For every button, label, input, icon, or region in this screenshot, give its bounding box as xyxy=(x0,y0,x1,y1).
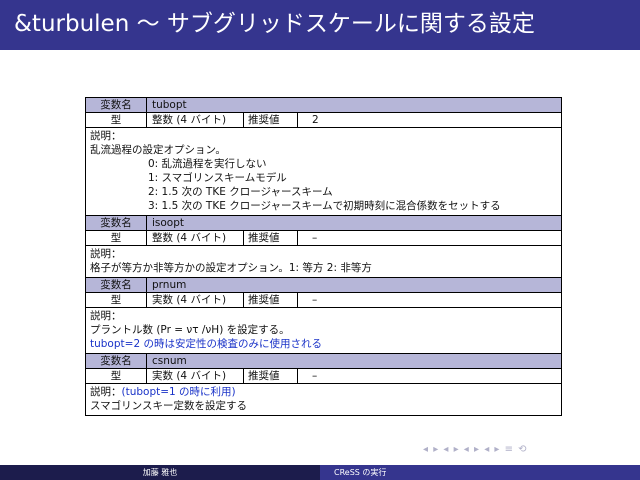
recommended-label: 推奨値 xyxy=(248,370,280,382)
cell-divider xyxy=(146,216,147,230)
desc-line: プラントル数 (Pr = ντ /νH) を設定する。 xyxy=(90,324,290,336)
recommended-value: – xyxy=(312,370,318,382)
var-description: 説明：(tubopt=1 の時に利用) スマゴリンスキー定数を設定する xyxy=(86,384,561,415)
recommended-label: 推奨値 xyxy=(248,232,280,244)
cell-divider xyxy=(243,231,244,245)
desc-line: 格子が等方か非等方かの設定オプション。1: 等方 2: 非等方 xyxy=(90,262,372,274)
desc-option: 3: 1.5 次の TKE クロージャースキームで初期時刻に混合係数をセットする xyxy=(148,200,501,212)
cell-divider xyxy=(146,98,147,112)
var-name-label: 変数名 xyxy=(100,355,132,367)
cell-divider xyxy=(146,293,147,307)
var-name: tubopt xyxy=(152,99,187,111)
cell-divider xyxy=(243,293,244,307)
var-header-row: 変数名 tubopt xyxy=(86,98,561,113)
var-type-row: 型 整数 (4 バイト) 推奨値 – xyxy=(86,231,561,246)
var-header-row: 変数名 prnum xyxy=(86,278,561,293)
cell-divider xyxy=(146,354,147,368)
var-type-row: 型 整数 (4 バイト) 推奨値 2 xyxy=(86,113,561,128)
cell-divider xyxy=(297,369,298,383)
desc-line: 説明： xyxy=(90,310,122,322)
var-header-row: 変数名 csnum xyxy=(86,354,561,369)
recommended-value: 2 xyxy=(312,114,319,126)
desc-line: 説明： xyxy=(90,130,122,142)
type-value: 整数 (4 バイト) xyxy=(152,114,227,126)
footer: 加藤 雅也 CReSS の実行 xyxy=(0,465,640,480)
cell-divider xyxy=(146,231,147,245)
type-value: 実数 (4 バイト) xyxy=(152,294,227,306)
var-name-label: 変数名 xyxy=(100,217,132,229)
recommended-label: 推奨値 xyxy=(248,114,280,126)
recommended-value: – xyxy=(312,232,318,244)
var-description: 説明： 乱流過程の設定オプション。 0: 乱流過程を実行しない 1: スマゴリン… xyxy=(86,128,561,216)
title-bar: &turbulen 〜 サブグリッドスケールに関する設定 xyxy=(0,0,640,50)
cell-divider xyxy=(146,369,147,383)
desc-line: 説明： xyxy=(90,248,122,260)
beamer-nav-icons[interactable]: ◂ ▸ ◂ ▸ ◂ ▸ ◂ ▸ ≡ ⟲ xyxy=(423,444,528,455)
footer-talk-title: CReSS の実行 xyxy=(334,468,387,477)
var-name: isoopt xyxy=(152,217,185,229)
cell-divider xyxy=(243,369,244,383)
var-name-label: 変数名 xyxy=(100,279,132,291)
var-name-label: 変数名 xyxy=(100,99,132,111)
type-value: 整数 (4 バイト) xyxy=(152,232,227,244)
cell-divider xyxy=(297,113,298,127)
footer-talk: CReSS の実行 xyxy=(320,465,640,480)
desc-line: 説明：(tubopt=1 の時に利用) xyxy=(90,385,557,399)
type-label: 型 xyxy=(110,370,122,382)
var-name: csnum xyxy=(152,355,187,367)
var-header-row: 変数名 isoopt xyxy=(86,216,561,231)
variable-table: 変数名 tubopt 型 整数 (4 バイト) 推奨値 2 説明： 乱流過程の設… xyxy=(85,97,562,416)
cell-divider xyxy=(297,231,298,245)
var-name: prnum xyxy=(152,279,187,291)
cell-divider xyxy=(243,113,244,127)
type-value: 実数 (4 バイト) xyxy=(152,370,227,382)
desc-option: 1: スマゴリンスキームモデル xyxy=(148,172,287,184)
desc-option: 0: 乱流過程を実行しない xyxy=(148,158,267,170)
type-label: 型 xyxy=(110,114,122,126)
footer-author: 加藤 雅也 xyxy=(0,465,320,480)
var-type-row: 型 実数 (4 バイト) 推奨値 – xyxy=(86,369,561,384)
recommended-value: – xyxy=(312,294,318,306)
slide-title: &turbulen 〜 サブグリッドスケールに関する設定 xyxy=(14,11,535,37)
var-description: 説明： 格子が等方か非等方かの設定オプション。1: 等方 2: 非等方 xyxy=(86,246,561,278)
cell-divider xyxy=(146,113,147,127)
desc-option: 2: 1.5 次の TKE クロージャースキーム xyxy=(148,186,333,198)
desc-note: (tubopt=1 の時に利用) xyxy=(121,386,236,398)
desc-line: 乱流過程の設定オプション。 xyxy=(90,144,226,156)
desc-line: スマゴリンスキー定数を設定する xyxy=(90,400,247,412)
desc-note: tubopt=2 の時は安定性の検査のみに使用される xyxy=(90,338,322,350)
recommended-label: 推奨値 xyxy=(248,294,280,306)
type-label: 型 xyxy=(110,294,122,306)
var-description: 説明： プラントル数 (Pr = ντ /νH) を設定する。 tubopt=2… xyxy=(86,308,561,354)
type-label: 型 xyxy=(110,232,122,244)
cell-divider xyxy=(146,278,147,292)
cell-divider xyxy=(297,293,298,307)
desc-label: 説明：(tubopt=1 の時に利用) xyxy=(90,386,236,398)
var-type-row: 型 実数 (4 バイト) 推奨値 – xyxy=(86,293,561,308)
